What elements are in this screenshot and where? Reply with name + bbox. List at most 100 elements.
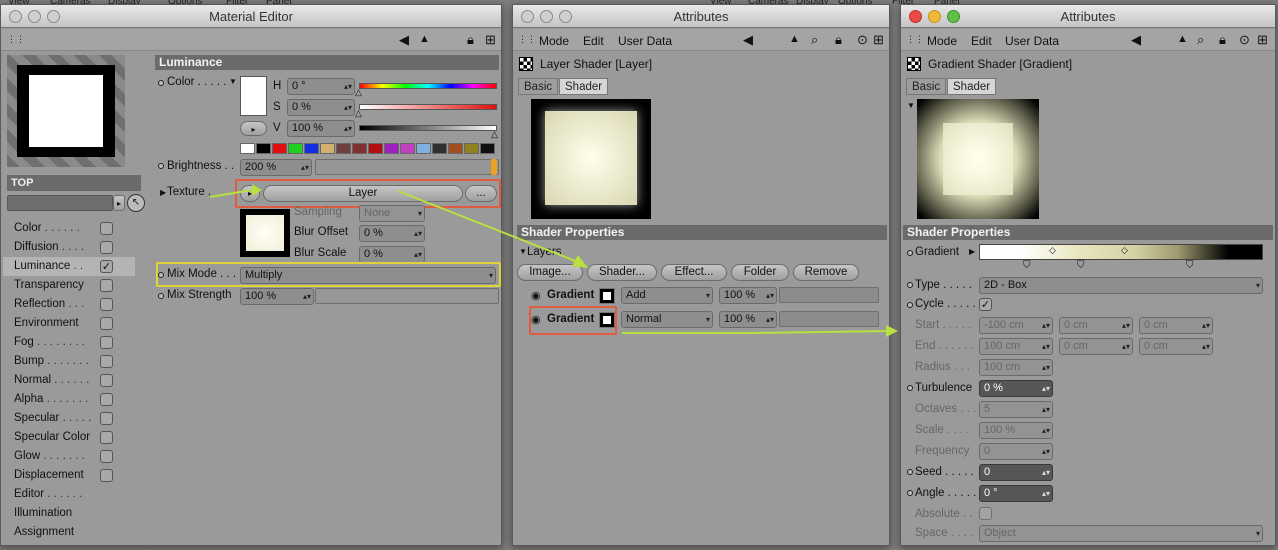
anim-dot-cycle[interactable] [907, 302, 913, 308]
palette-swatch[interactable] [416, 143, 431, 154]
color-expand-icon[interactable]: ▼ [229, 77, 237, 86]
saturation-handle-icon[interactable]: △ [355, 108, 362, 119]
gradient-stop-icon[interactable]: ⛉ [1023, 260, 1031, 271]
start-z-field[interactable]: 0 cm ▴▾ [1139, 317, 1213, 334]
item-assignment[interactable]: Assignment [3, 523, 135, 542]
palette-swatch[interactable] [320, 143, 335, 154]
new-panel-icon[interactable]: ⊞ [485, 32, 496, 47]
octaves-field[interactable]: 5 ▴▾ [979, 401, 1053, 418]
palette-swatch[interactable] [384, 143, 399, 154]
palette-swatch[interactable] [448, 143, 463, 154]
channel-item-alpha[interactable]: Alpha . . . . . . . [3, 390, 135, 409]
channel-checkbox-fog[interactable] [100, 336, 113, 349]
effect-button[interactable]: Effect... [661, 264, 727, 281]
channel-checkbox-normal[interactable] [100, 374, 113, 387]
tab-shader[interactable]: Shader [559, 78, 609, 95]
anim-dot-gradient[interactable] [907, 250, 913, 256]
channel-checkbox-luminance[interactable]: ✓ [100, 260, 113, 273]
value-slider[interactable] [359, 125, 497, 131]
palette-swatch[interactable] [304, 143, 319, 154]
palette-swatch[interactable] [272, 143, 287, 154]
channel-item-normal[interactable]: Normal . . . . . . [3, 371, 135, 390]
visibility-eye-icon[interactable]: ◉ [531, 289, 541, 302]
hue-slider[interactable] [359, 83, 497, 89]
v-field[interactable]: 100 % ▴▾ [287, 120, 355, 137]
tab-basic[interactable]: Basic [518, 78, 559, 95]
menu-user-data[interactable]: User Data [1005, 34, 1059, 48]
channel-checkbox-environment[interactable] [100, 317, 113, 330]
material-search-input[interactable] [7, 195, 113, 211]
mix-strength-field[interactable]: 100 % ▴▾ [240, 288, 314, 305]
brightness-slider[interactable] [315, 159, 499, 175]
tab-shader[interactable]: Shader [947, 78, 997, 95]
channel-item-transparency[interactable]: Transparency [3, 276, 135, 295]
back-arrow-icon[interactable]: ◀ [399, 32, 409, 47]
channel-item-luminance[interactable]: Luminance . . [3, 257, 135, 276]
menu-edit[interactable]: Edit [971, 34, 992, 48]
palette-swatch[interactable] [240, 143, 255, 154]
layer-opacity-slider[interactable] [779, 311, 879, 327]
blur-offset-field[interactable]: 0 % ▴▾ [359, 225, 425, 242]
gradient-attributes-titlebar[interactable]: Attributes [901, 5, 1275, 28]
value-handle-icon[interactable]: △ [491, 129, 498, 140]
pin-icon[interactable]: ⊙ [1239, 32, 1250, 47]
layer-opacity-field[interactable]: 100 % ▴▾ [719, 287, 777, 304]
channel-checkbox-transparency[interactable] [100, 279, 113, 292]
texture-preview[interactable] [240, 209, 290, 257]
channel-item-environment[interactable]: Environment [3, 314, 135, 333]
preview-expand-icon[interactable]: ▼ [907, 101, 915, 110]
palette-swatch[interactable] [464, 143, 479, 154]
channel-checkbox-bump[interactable] [100, 355, 113, 368]
search-icon[interactable]: ⌕ [1197, 32, 1204, 47]
channel-item-specular[interactable]: Specular . . . . . [3, 409, 135, 428]
lock-icon[interactable]: 🔒︎ [1219, 32, 1226, 47]
saturation-slider[interactable] [359, 104, 497, 110]
h-field[interactable]: 0 ° ▴▾ [287, 78, 355, 95]
layers-expand-icon[interactable]: ▼ [519, 247, 527, 256]
channel-item-color[interactable]: Color . . . . . . [3, 219, 135, 238]
material-preview[interactable] [7, 55, 125, 167]
channel-checkbox-specular[interactable] [100, 412, 113, 425]
menu-user-data[interactable]: User Data [618, 34, 672, 48]
anim-dot-type[interactable] [907, 282, 913, 288]
cursor-icon[interactable]: ▲ [419, 32, 430, 47]
channel-item-glow[interactable]: Glow . . . . . . . [3, 447, 135, 466]
end-y-field[interactable]: 0 cm ▴▾ [1059, 338, 1133, 355]
new-panel-icon[interactable]: ⊞ [873, 32, 884, 47]
material-name-field[interactable]: TOP [7, 175, 141, 191]
layer-opacity-field[interactable]: 100 % ▴▾ [719, 311, 777, 328]
channel-item-bump[interactable]: Bump . . . . . . . [3, 352, 135, 371]
color-swatch[interactable] [240, 76, 267, 116]
anim-dot-seed[interactable] [907, 469, 913, 475]
gradient-stop-icon[interactable]: ⛉ [1186, 260, 1194, 271]
radius-field[interactable]: 100 cm ▴▾ [979, 359, 1053, 376]
start-x-field[interactable]: -100 cm ▴▾ [979, 317, 1053, 334]
palette-swatch[interactable] [336, 143, 351, 154]
blur-scale-field[interactable]: 0 % ▴▾ [359, 246, 425, 263]
scale-field[interactable]: 100 % ▴▾ [979, 422, 1053, 439]
menu-edit[interactable]: Edit [583, 34, 604, 48]
palette-swatch[interactable] [352, 143, 367, 154]
angle-field[interactable]: 0 ° ▴▾ [979, 485, 1053, 502]
lock-icon[interactable]: 🔒︎ [835, 32, 842, 47]
channel-checkbox-glow[interactable] [100, 450, 113, 463]
cursor-icon[interactable]: ▲ [1177, 32, 1188, 47]
sampling-dropdown[interactable]: None ▾ [359, 205, 425, 222]
back-arrow-icon[interactable]: ◀ [743, 32, 753, 47]
picker-icon[interactable]: ↖ [127, 194, 145, 212]
channel-item-diffusion[interactable]: Diffusion . . . . [3, 238, 135, 257]
material-editor-titlebar[interactable]: Material Editor [1, 5, 501, 28]
folder-button[interactable]: Folder [731, 264, 789, 281]
frequency-field[interactable]: 0 ▴▾ [979, 443, 1053, 460]
gradient-stop-icon[interactable]: ⛉ [1077, 260, 1085, 271]
pin-icon[interactable]: ⊙ [857, 32, 868, 47]
cycle-checkbox[interactable]: ✓ [979, 298, 992, 311]
channel-item-displacement[interactable]: Displacement [3, 466, 135, 485]
space-dropdown[interactable]: Object ▾ [979, 525, 1263, 542]
texture-expand-icon[interactable]: ▶ [160, 188, 166, 197]
anim-dot-turbulence[interactable] [907, 385, 913, 391]
tab-basic[interactable]: Basic [906, 78, 947, 95]
channel-item-reflection[interactable]: Reflection . . . [3, 295, 135, 314]
back-arrow-icon[interactable]: ◀ [1131, 32, 1141, 47]
channel-item-fog[interactable]: Fog . . . . . . . . [3, 333, 135, 352]
